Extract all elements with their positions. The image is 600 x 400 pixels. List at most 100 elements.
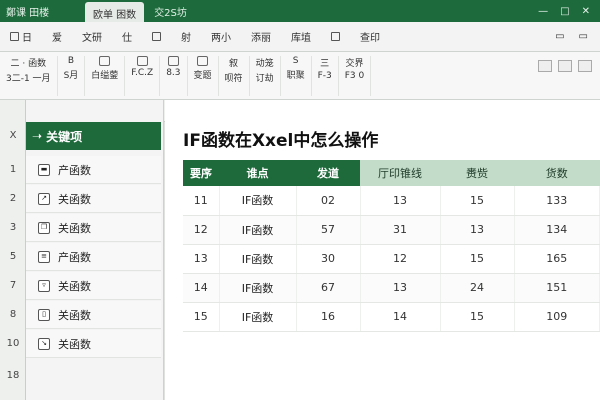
ribbon-group-border[interactable]: 交界 F3 0 (339, 56, 372, 96)
menu-item-10[interactable] (321, 22, 350, 52)
cell[interactable]: 12 (183, 215, 220, 245)
title-bar: 鄭课 田楼 欧单 困数 交2S坊 — □ ✕ (0, 0, 600, 24)
menu-item-1[interactable]: 日 (0, 22, 42, 52)
menu-item-3[interactable]: 文研 (72, 22, 112, 52)
sidebar-item[interactable]: ≡ 产函数 (26, 243, 161, 271)
cell[interactable]: 57 (296, 215, 361, 245)
column-header[interactable]: 货数 (514, 160, 600, 186)
cell[interactable]: IF函数 (219, 215, 297, 245)
menu-item-5[interactable] (142, 22, 171, 52)
function-icon: ▬ (38, 163, 50, 176)
ribbon-group-decimal[interactable]: 8.3 (160, 56, 188, 96)
menu-item-8[interactable]: 添丽 (241, 22, 281, 52)
sidebar-item-label: 关函数 (58, 192, 91, 206)
ribbon-group-animation[interactable]: 动笼 订劫 (250, 56, 281, 96)
cell[interactable]: 02 (296, 186, 361, 216)
cell[interactable]: 109 (514, 302, 600, 332)
ribbon-label-bottom: 呗符 (224, 74, 243, 84)
column-header[interactable]: 厅印锥线 (360, 160, 440, 186)
cell[interactable]: 15 (440, 244, 515, 274)
cell[interactable]: 16 (296, 302, 361, 332)
menu-label: 两小 (211, 33, 231, 44)
row-header[interactable]: 7 (0, 280, 26, 291)
sidebar-item[interactable]: ↘ 关函数 (26, 330, 161, 358)
ribbon-group-month[interactable]: B S月 (58, 56, 86, 96)
menu-item-11[interactable]: 查印 (350, 22, 390, 52)
ribbon-label-top: 三 (320, 59, 330, 69)
sidebar-item[interactable]: ▬ 产函数 (26, 156, 161, 184)
cell[interactable]: 24 (440, 273, 515, 303)
list-icon: ≡ (38, 250, 50, 263)
menu-item-6[interactable]: 射 (171, 22, 201, 52)
cell[interactable]: 133 (514, 186, 600, 216)
cell[interactable]: 67 (296, 273, 361, 303)
cell[interactable]: 13 (440, 215, 515, 245)
menu-item-4[interactable]: 仕 (112, 22, 142, 52)
row-header[interactable]: 18 (0, 370, 26, 381)
cell[interactable]: 13 (360, 186, 441, 216)
sidebar-item[interactable]: ↗ 关函数 (26, 185, 161, 213)
menu-label: 射 (181, 33, 191, 44)
tab-inactive[interactable]: 交2S坊 (144, 0, 197, 22)
sidebar-item[interactable]: ❐ 关函数 (26, 214, 161, 242)
cell[interactable]: IF函数 (219, 302, 297, 332)
ribbon-group-symbol[interactable]: 叙 呗符 (219, 56, 250, 96)
sidebar-item[interactable]: ▿ 关函数 (26, 272, 161, 300)
row-header[interactable]: 3 (0, 222, 26, 233)
column-header[interactable]: 发道 (296, 160, 360, 186)
cell[interactable]: IF函数 (219, 186, 297, 216)
cell[interactable]: 15 (183, 302, 220, 332)
cell[interactable]: 11 (183, 186, 220, 216)
row-header[interactable]: 5 (0, 251, 26, 262)
cell[interactable]: 13 (360, 273, 441, 303)
menu-item-7[interactable]: 两小 (201, 22, 241, 52)
sidebar-header[interactable]: ➝ 关键项 (26, 122, 161, 150)
column-header[interactable]: 赉赀 (440, 160, 514, 186)
ribbon-group-fcz[interactable]: F.C.Z (125, 56, 161, 96)
column-header[interactable]: 要序 (183, 160, 219, 186)
chevron-right-icon: ➝ (32, 129, 43, 143)
cell[interactable]: 151 (514, 273, 600, 303)
ribbon-group-format[interactable]: 白缢蓥 (85, 56, 126, 96)
close-icon[interactable]: ✕ (582, 6, 590, 17)
ribbon-group-change[interactable]: 变题 (188, 56, 219, 96)
style-swatch-icon[interactable] (558, 60, 572, 72)
style-swatch-icon[interactable] (538, 60, 552, 72)
sidebar-item-label: 关函数 (58, 308, 91, 322)
ribbon-group-position[interactable]: S 职聚 (281, 56, 312, 96)
cell[interactable]: IF函数 (219, 244, 297, 274)
row-header[interactable]: 8 (0, 309, 26, 320)
row-header[interactable]: 1 (0, 164, 26, 175)
minimize-icon[interactable]: — (538, 6, 548, 17)
sidebar-item[interactable]: ▯ 关函数 (26, 301, 161, 329)
cell[interactable]: 15 (440, 186, 515, 216)
cell[interactable]: 30 (296, 244, 361, 274)
table-row: 11 IF函数 02 13 15 133 (183, 186, 600, 216)
cell[interactable]: 14 (183, 273, 220, 303)
decimal-icon (167, 56, 179, 66)
cell[interactable]: 14 (360, 302, 441, 332)
cell[interactable]: 31 (360, 215, 441, 245)
style-swatch-icon[interactable] (578, 60, 592, 72)
row-header[interactable]: 10 (0, 338, 26, 349)
row-header[interactable]: X (0, 130, 26, 141)
maximize-icon[interactable]: □ (560, 6, 569, 17)
settings-icon[interactable]: ▭ (555, 31, 564, 42)
cell[interactable]: 134 (514, 215, 600, 245)
cell[interactable]: IF函数 (219, 273, 297, 303)
cell[interactable]: 13 (183, 244, 220, 274)
ribbon-group-align[interactable]: 三 F-3 (312, 56, 339, 96)
ribbon-toolbar: 二 · 函数 3二-1 一月 B S月 白缢蓥 F.C.Z 8.3 变题 叙 呗… (0, 52, 600, 100)
cell[interactable]: 12 (360, 244, 441, 274)
cell[interactable]: 165 (514, 244, 600, 274)
column-header[interactable]: 谁点 (219, 160, 296, 186)
ribbon-group-functions[interactable]: 二 · 函数 3二-1 一月 (0, 56, 58, 96)
cell[interactable]: 15 (440, 302, 515, 332)
menu-item-2[interactable]: 爱 (42, 22, 72, 52)
menu-more-icon[interactable]: ▭ (579, 31, 588, 42)
menu-item-9[interactable]: 库埴 (281, 22, 321, 52)
ribbon-label-bottom: F.C.Z (131, 68, 154, 78)
ribbon-label-bottom: 8.3 (166, 68, 181, 78)
row-header[interactable]: 2 (0, 193, 26, 204)
menu-icon (10, 32, 19, 41)
